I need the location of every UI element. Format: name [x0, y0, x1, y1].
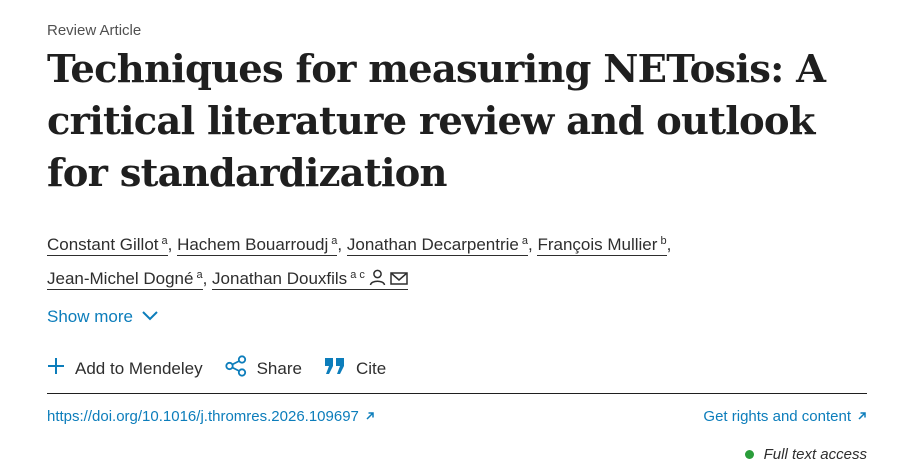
cite-button[interactable]: Cite	[324, 357, 386, 380]
access-status: Full text access	[744, 446, 867, 461]
plus-icon	[47, 357, 65, 380]
person-icon	[369, 266, 386, 296]
email-icon	[390, 266, 408, 296]
article-actions: Add to Mendeley Share Cite	[47, 355, 408, 382]
share-icon	[224, 355, 247, 382]
cite-label: Cite	[355, 358, 387, 378]
author-link[interactable]: Jean-Michel Dogné a	[47, 269, 203, 290]
chevron-down-icon	[141, 307, 159, 327]
author-link[interactable]: Jonathan Douxfils a c	[212, 269, 408, 290]
share-button[interactable]: Share	[224, 355, 302, 382]
show-more-button[interactable]: Show more	[47, 307, 159, 327]
share-label: Share	[256, 358, 302, 378]
quote-icon	[324, 357, 346, 380]
article-type: Review Article	[47, 22, 142, 39]
author-link[interactable]: François Mullier b	[537, 235, 667, 256]
mendeley-label: Add to Mendeley	[75, 358, 203, 378]
external-link-icon	[857, 408, 867, 425]
author-link[interactable]: Jonathan Decarpentrie a	[346, 235, 528, 256]
add-to-mendeley-button[interactable]: Add to Mendeley	[47, 357, 203, 380]
external-link-icon	[365, 408, 375, 425]
access-label: Full text access	[763, 446, 867, 461]
author-list: Constant Gillot a, Hachem Bouarroudj a, Jo…	[47, 226, 867, 296]
doi-text: https://doi.org/10.1016/j.thromres.2026.…	[47, 408, 359, 425]
rights-text: Get rights and content	[703, 408, 851, 425]
get-rights-link[interactable]: Get rights and content	[703, 408, 867, 425]
divider	[47, 393, 867, 394]
author-link[interactable]: Hachem Bouarroudj a	[177, 235, 338, 256]
show-more-label: Show more	[47, 307, 133, 326]
author-link[interactable]: Constant Gillot a	[47, 235, 168, 256]
doi-link[interactable]: https://doi.org/10.1016/j.thromres.2026.…	[47, 408, 375, 425]
article-title: Techniques for measuring NETosis: A crit…	[47, 47, 826, 196]
access-dot-icon	[744, 450, 754, 459]
